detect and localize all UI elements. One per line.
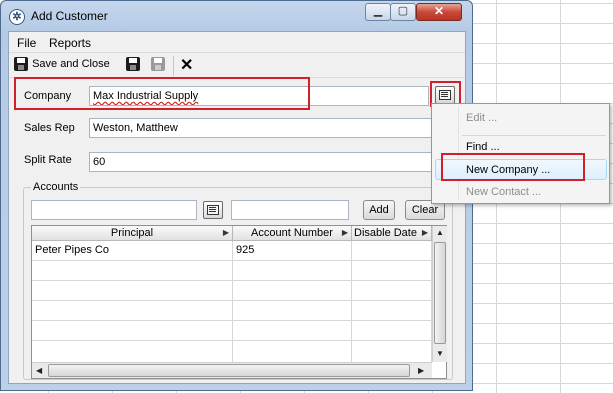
save-and-close-label: Save and Close xyxy=(32,58,110,70)
sales-rep-value: Weston, Matthew xyxy=(93,122,178,134)
scroll-down-icon[interactable]: ▼ xyxy=(436,349,444,358)
table-row[interactable] xyxy=(32,281,432,301)
cell-principal xyxy=(32,321,233,341)
cell-account-number xyxy=(233,301,352,321)
lookup-icon xyxy=(207,205,219,215)
add-account-button[interactable]: Add xyxy=(363,200,395,220)
window-title: Add Customer xyxy=(31,9,108,23)
table-row[interactable] xyxy=(32,321,432,341)
column-principal-label: Principal xyxy=(110,227,154,239)
split-rate-label: Split Rate xyxy=(24,154,72,166)
cell-disable-date xyxy=(352,321,432,341)
menu-item-new-contact[interactable]: New Contact ... xyxy=(466,186,541,198)
menu-reports[interactable]: Reports xyxy=(49,36,91,50)
save-new-button[interactable] xyxy=(151,57,165,75)
add-customer-window: ✲ Add Customer ▁ ▢ ✕ File Reports Save a… xyxy=(0,0,473,391)
minimize-button[interactable]: ▁ xyxy=(365,3,391,21)
cell-account-number xyxy=(233,261,352,281)
new-company-highlight-box xyxy=(441,153,585,181)
table-row[interactable] xyxy=(32,301,432,321)
save-new-icon xyxy=(151,57,165,71)
cell-disable-date xyxy=(352,301,432,321)
column-account-number-label: Account Number xyxy=(251,227,333,239)
sales-rep-label: Sales Rep xyxy=(24,122,75,134)
table-row[interactable] xyxy=(32,341,432,362)
vertical-scrollbar[interactable]: ▲ ▼ xyxy=(432,226,447,362)
toolbar: Save and Close ✕ xyxy=(9,52,465,78)
principal-search-input[interactable] xyxy=(31,200,197,220)
column-account-number[interactable]: Account Number ▶ xyxy=(233,226,352,241)
accounts-title: Accounts xyxy=(31,181,81,193)
menu-bar: File Reports xyxy=(9,32,465,52)
menu-file[interactable]: File xyxy=(17,36,36,50)
account-number-input[interactable] xyxy=(231,200,349,220)
split-rate-value: 60 xyxy=(93,156,106,168)
save-button[interactable] xyxy=(126,57,140,75)
cell-disable-date xyxy=(352,341,432,362)
cell-account-number xyxy=(233,341,352,362)
table-row[interactable]: Peter Pipes Co 925 xyxy=(32,241,432,261)
save-and-close-button[interactable]: Save and Close xyxy=(14,57,110,75)
cell-account-number xyxy=(233,281,352,301)
client-area: File Reports Save and Close ✕ Company Ma… xyxy=(8,31,466,384)
cell-disable-date xyxy=(352,281,432,301)
split-rate-field[interactable]: 60 xyxy=(89,152,434,172)
cell-principal xyxy=(32,301,233,321)
column-principal[interactable]: Principal ▶ xyxy=(32,226,233,241)
app-icon: ✲ xyxy=(9,9,25,25)
menu-item-edit[interactable]: Edit ... xyxy=(466,112,497,124)
grid-header: Principal ▶ Account Number ▶ Disable Dat… xyxy=(32,226,432,241)
principal-lookup-button[interactable] xyxy=(203,201,223,219)
save-icon xyxy=(126,57,140,71)
column-menu-icon[interactable]: ▶ xyxy=(422,226,428,240)
maximize-button[interactable]: ▢ xyxy=(390,3,416,21)
column-menu-icon[interactable]: ▶ xyxy=(223,226,229,240)
cell-principal xyxy=(32,261,233,281)
cell-account-number: 925 xyxy=(233,241,352,261)
accounts-grid: Principal ▶ Account Number ▶ Disable Dat… xyxy=(31,225,447,379)
title-bar: ✲ Add Customer ▁ ▢ ✕ xyxy=(1,1,472,31)
column-disable-date-label: Disable Date xyxy=(354,227,417,239)
scroll-left-icon[interactable]: ◀ xyxy=(36,366,42,375)
scroll-right-icon[interactable]: ▶ xyxy=(418,366,424,375)
company-highlight-box xyxy=(14,77,310,110)
cell-disable-date xyxy=(352,241,432,261)
cell-disable-date xyxy=(352,261,432,281)
scroll-up-icon[interactable]: ▲ xyxy=(436,228,444,237)
cell-principal xyxy=(32,281,233,301)
cell-principal xyxy=(32,341,233,362)
column-disable-date[interactable]: Disable Date ▶ xyxy=(352,226,432,241)
menu-separator xyxy=(462,135,606,136)
cell-account-number xyxy=(233,321,352,341)
column-menu-icon[interactable]: ▶ xyxy=(342,226,348,240)
horizontal-scrollbar[interactable]: ◀ ▶ xyxy=(32,362,432,378)
vertical-scroll-thumb[interactable] xyxy=(434,242,446,344)
close-icon[interactable]: ✕ xyxy=(180,55,193,75)
sales-rep-field[interactable]: Weston, Matthew xyxy=(89,118,434,138)
table-row[interactable] xyxy=(32,261,432,281)
horizontal-scroll-thumb[interactable] xyxy=(48,364,410,377)
cell-principal: Peter Pipes Co xyxy=(32,241,233,261)
save-icon xyxy=(14,57,28,71)
menu-item-find[interactable]: Find ... xyxy=(466,141,500,153)
close-window-button[interactable]: ✕ xyxy=(416,3,462,21)
toolbar-separator xyxy=(173,56,174,76)
